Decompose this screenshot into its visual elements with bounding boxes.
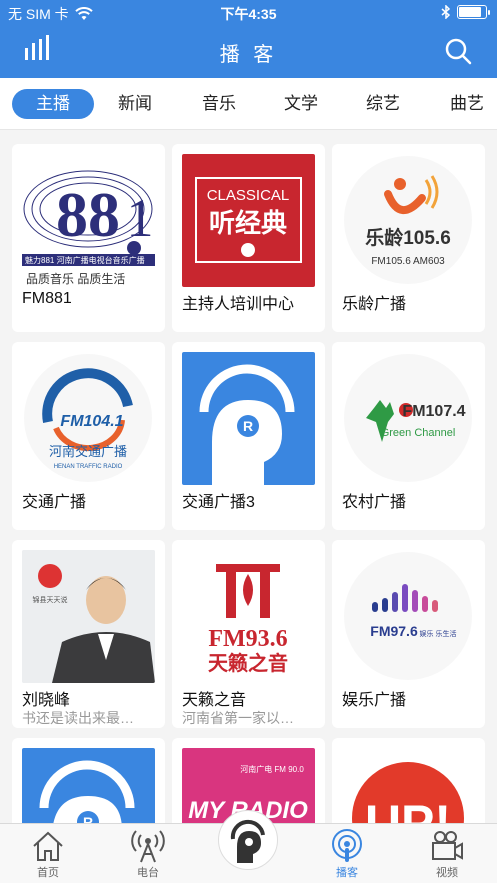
station-logo: 乐龄105.6 FM105.6 AM603 [342, 154, 475, 287]
station-grid: 88 1 魅力881 河南广播电视台音乐广播 品质音乐 品质生活 FM881 C… [0, 140, 497, 823]
station-name: 交通广播3 [182, 494, 255, 511]
station-name: 主持人培训中心 [182, 296, 295, 313]
station-card[interactable]: FM104.1 河南交通广播 HENAN TRAFFIC RADIO 交通广播 [12, 342, 165, 530]
page-title: 播 客 [219, 44, 278, 66]
station-description: 河南省第一家以… [182, 710, 294, 726]
station-name: 农村广播 [342, 494, 407, 511]
station-logo: UP! [342, 748, 475, 823]
search-icon[interactable] [443, 36, 473, 66]
now-playing-button[interactable] [218, 810, 278, 870]
svg-text:乐龄105.6: 乐龄105.6 [365, 226, 451, 249]
tabbar-video[interactable]: 视频 [407, 828, 487, 880]
svg-text:FM104.1: FM104.1 [60, 413, 123, 430]
svg-text:R: R [83, 814, 93, 823]
station-logo: CLASSICAL 听经典 [182, 154, 315, 287]
svg-text:Green Channel: Green Channel [381, 427, 456, 439]
host-name: 刘晓峰 [22, 692, 71, 709]
station-card[interactable]: FM107.4 Green Channel 农村广播 [332, 342, 485, 530]
station-logo: FM104.1 河南交通广播 HENAN TRAFFIC RADIO [22, 352, 155, 485]
header: 无 SIM 卡 下午4:35 播 客 [0, 0, 497, 78]
station-card[interactable]: UP! [332, 738, 485, 823]
station-name: 乐龄广播 [342, 296, 407, 313]
svg-text:天籁之音: 天籁之音 [208, 651, 288, 675]
category-tabs: 主播 新闻 音乐 文学 综艺 曲艺 [0, 78, 497, 130]
tab-music[interactable]: 音乐 [184, 89, 254, 119]
station-card[interactable]: 锦县天天说 刘晓峰 书还是读出来最… [12, 540, 165, 728]
svg-text:R: R [243, 418, 253, 434]
status-time: 下午4:35 [220, 6, 277, 22]
station-logo: FM93.6 天籁之音 [182, 550, 315, 683]
station-name: 天籁之音 [182, 692, 247, 709]
station-card[interactable]: R 交通广播3 [172, 342, 325, 530]
navbar: 播 客 [0, 26, 497, 78]
tabbar-podcast-label: 播客 [336, 867, 358, 879]
svg-text:UP!: UP! [365, 795, 451, 823]
svg-text:娱乐 乐生活: 娱乐 乐生活 [420, 629, 457, 638]
svg-text:锦县天天说: 锦县天天说 [33, 595, 68, 604]
station-card[interactable]: R [12, 738, 165, 823]
tabbar-podcast[interactable]: 播客 [307, 828, 387, 880]
station-card[interactable]: FM97.6 娱乐 乐生活 娱乐广播 [332, 540, 485, 728]
player-avatar-icon [221, 813, 275, 867]
tabbar-radio-label: 电台 [137, 867, 159, 879]
tabbar-video-label: 视频 [436, 867, 458, 879]
svg-text:品质音乐 品质生活: 品质音乐 品质生活 [26, 271, 125, 286]
station-logo: R [22, 748, 155, 823]
station-name: 交通广播 [22, 494, 87, 511]
home-icon [33, 831, 63, 861]
station-name: 娱乐广播 [342, 692, 407, 709]
station-logo: FM97.6 娱乐 乐生活 [342, 550, 475, 683]
svg-text:1: 1 [127, 188, 154, 248]
station-card[interactable]: FM93.6 天籁之音 天籁之音 河南省第一家以… [172, 540, 325, 728]
host-photo: 锦县天天说 [22, 550, 155, 683]
tabbar-radio[interactable]: 电台 [108, 828, 188, 880]
battery-icon [457, 5, 490, 19]
tabbar-home[interactable]: 首页 [8, 828, 88, 880]
podcast-icon [332, 829, 362, 862]
svg-text:河南交通广播: 河南交通广播 [49, 444, 127, 459]
tab-literature[interactable]: 文学 [266, 89, 336, 119]
tab-news[interactable]: 新闻 [100, 89, 170, 119]
svg-text:FM93.6: FM93.6 [208, 626, 287, 652]
host-description: 书还是读出来最… [22, 710, 134, 726]
svg-text:CLASSICAL: CLASSICAL [207, 187, 290, 204]
svg-text:FM107.4: FM107.4 [402, 403, 465, 420]
station-name: FM881 [22, 290, 72, 307]
bottom-tab-bar: 首页 电台 播客 视频 [0, 810, 497, 883]
radio-tower-icon [131, 830, 165, 863]
svg-text:听经典: 听经典 [209, 208, 287, 238]
status-bar: 无 SIM 卡 下午4:35 [0, 0, 497, 26]
svg-text:HENAN TRAFFIC RADIO: HENAN TRAFFIC RADIO [54, 464, 123, 470]
svg-text:88: 88 [56, 179, 120, 250]
tab-variety[interactable]: 综艺 [348, 89, 418, 119]
station-logo: R [182, 352, 315, 485]
svg-text:魅力881 河南广播电视台音乐广播: 魅力881 河南广播电视台音乐广播 [25, 255, 145, 265]
tabbar-home-label: 首页 [37, 867, 59, 879]
station-card[interactable]: CLASSICAL 听经典 主持人培训中心 [172, 144, 325, 332]
svg-text:河南广电 FM 90.0: 河南广电 FM 90.0 [240, 764, 304, 774]
station-logo: FM107.4 Green Channel [342, 352, 475, 485]
video-camera-icon [432, 831, 463, 860]
bluetooth-icon [441, 5, 451, 19]
tab-quyi[interactable]: 曲艺 [432, 89, 497, 119]
station-card[interactable]: 88 1 魅力881 河南广播电视台音乐广播 品质音乐 品质生活 FM881 [12, 144, 165, 332]
svg-text:FM105.6 AM603: FM105.6 AM603 [371, 256, 445, 267]
station-card[interactable]: 乐龄105.6 FM105.6 AM603 乐龄广播 [332, 144, 485, 332]
svg-text:FM97.6: FM97.6 [370, 623, 418, 639]
station-logo: 88 1 魅力881 河南广播电视台音乐广播 品质音乐 品质生活 [22, 154, 155, 287]
tab-zhubo[interactable]: 主播 [12, 89, 94, 119]
